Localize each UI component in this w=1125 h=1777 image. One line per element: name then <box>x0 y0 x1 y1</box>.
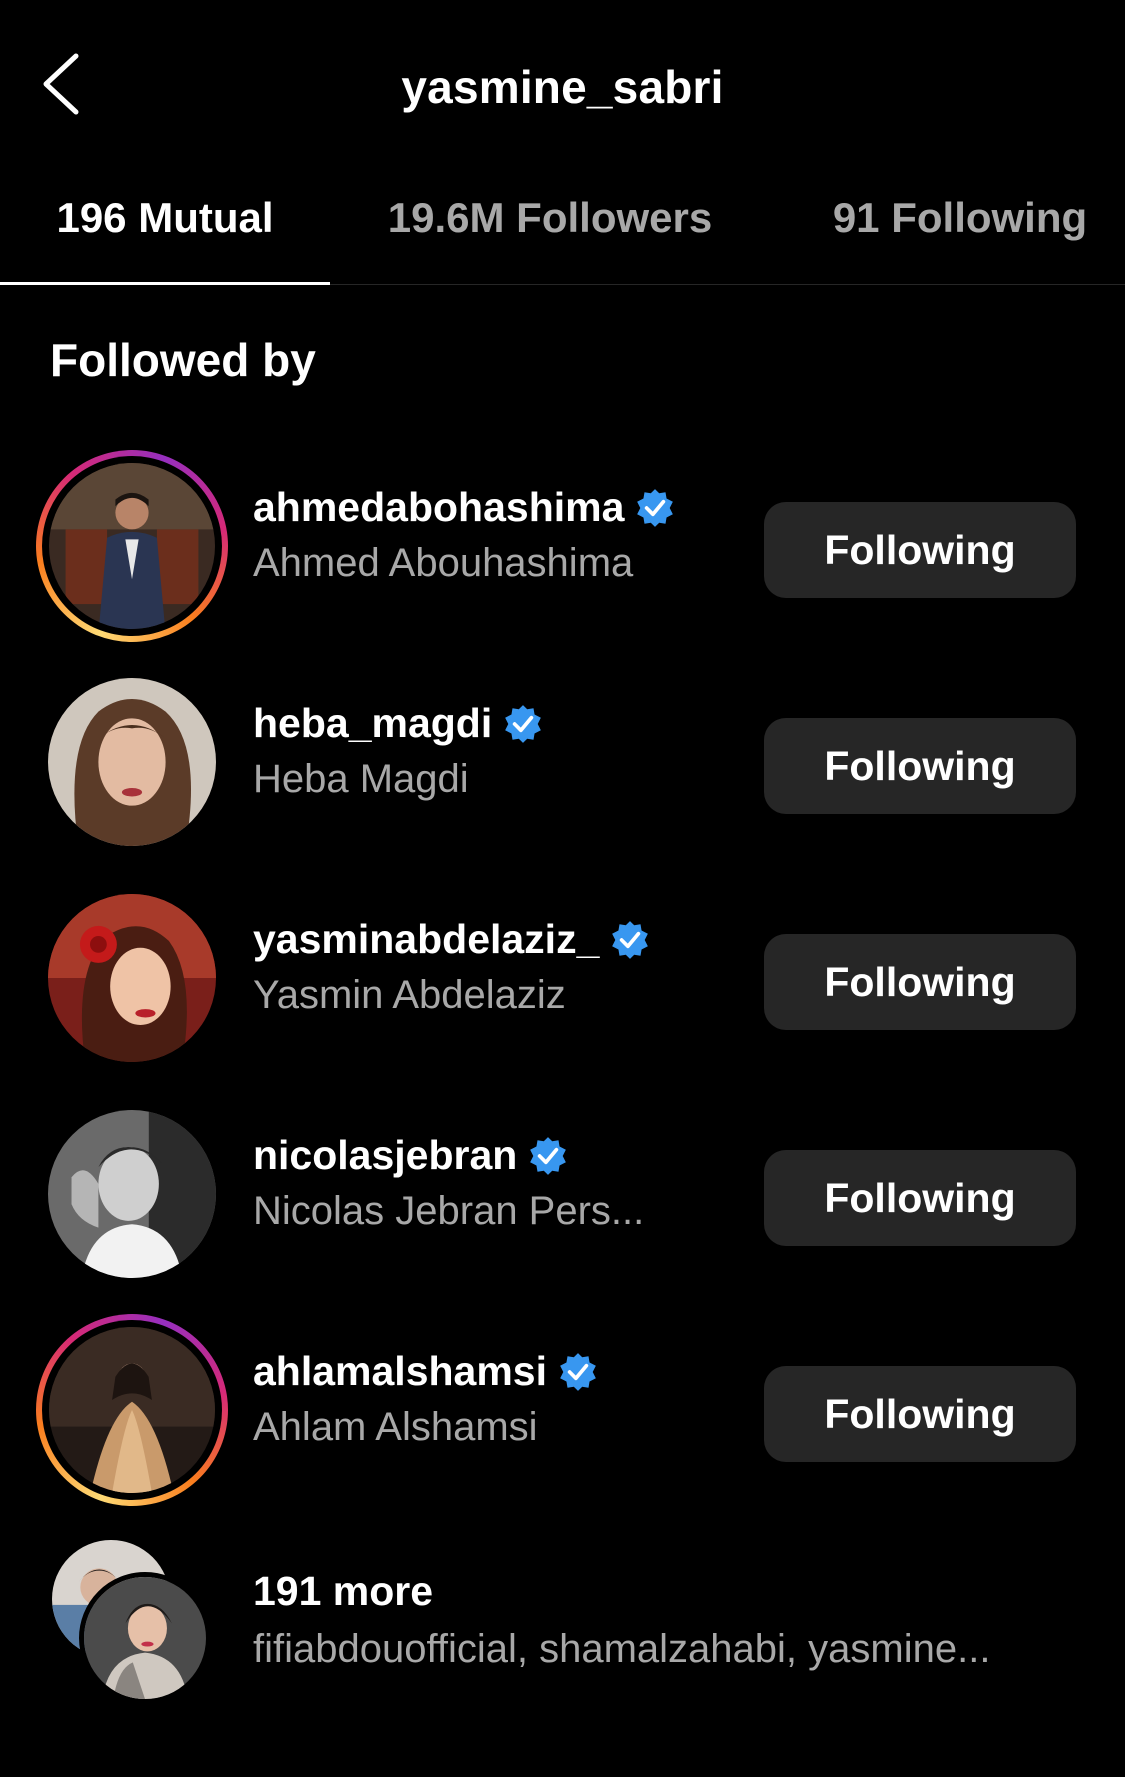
following-button[interactable]: Following <box>764 502 1076 598</box>
user-info: heba_magdi Heba Magdi <box>253 700 753 802</box>
more-names: fifiabdouofficial, shamalzahabi, yasmine… <box>253 1627 991 1671</box>
screen: yasmine_sabri 196 Mutual 19.6M Followers… <box>0 0 1125 1777</box>
story-ring <box>36 450 228 642</box>
avatar[interactable] <box>36 882 228 1074</box>
tab-following[interactable]: 91 Following <box>795 194 1125 284</box>
full-name: Heba Magdi <box>253 757 469 801</box>
user-row[interactable]: heba_magdi Heba Magdi Following <box>0 656 1125 856</box>
full-name: Nicolas Jebran Pers... <box>253 1189 645 1233</box>
user-row[interactable]: yasminabdelaziz_ Yasmin Abdelaziz Follow… <box>0 872 1125 1072</box>
verified-badge-icon <box>530 1136 567 1175</box>
full-name: Yasmin Abdelaziz <box>253 973 566 1017</box>
profile-title: yasmine_sabri <box>401 61 724 113</box>
user-info: nicolasjebran Nicolas Jebran Pers... <box>253 1132 753 1234</box>
avatar <box>79 1572 211 1704</box>
story-ring <box>36 1314 228 1506</box>
section-title: Followed by <box>50 334 316 386</box>
verified-badge-icon <box>612 920 649 959</box>
avatar[interactable] <box>36 1098 228 1290</box>
username: ahmedabohashima <box>253 484 625 530</box>
user-row[interactable]: ahlamalshamsi Ahlam Alshamsi Following <box>0 1304 1125 1506</box>
user-info: ahmedabohashima Ahmed Abouhashima <box>253 484 753 586</box>
more-mutuals-row[interactable]: 191 more fifiabdouofficial, shamalzahabi… <box>0 1530 1125 1710</box>
user-info: yasminabdelaziz_ Yasmin Abdelaziz <box>253 916 753 1018</box>
username: ahlamalshamsi <box>253 1348 547 1394</box>
username: nicolasjebran <box>253 1132 518 1178</box>
username: heba_magdi <box>253 700 493 746</box>
active-tab-indicator <box>0 282 330 285</box>
tab-followers[interactable]: 19.6M Followers <box>345 194 755 284</box>
stacked-avatars <box>52 1540 212 1710</box>
more-info: 191 more fifiabdouofficial, shamalzahabi… <box>253 1568 990 1672</box>
full-name: Ahmed Abouhashima <box>253 541 634 585</box>
verified-badge-icon <box>560 1352 596 1391</box>
user-info: ahlamalshamsi Ahlam Alshamsi <box>253 1348 753 1450</box>
avatar[interactable] <box>36 450 228 642</box>
user-row[interactable]: nicolasjebran Nicolas Jebran Pers... Fol… <box>0 1088 1125 1288</box>
following-button[interactable]: Following <box>764 1150 1076 1246</box>
following-button[interactable]: Following <box>764 718 1076 814</box>
username: yasminabdelaziz_ <box>253 916 600 962</box>
verified-badge-icon <box>637 488 674 527</box>
user-row[interactable]: ahmedabohashima Ahmed Abouhashima Follow… <box>0 440 1125 642</box>
avatar[interactable] <box>36 1314 228 1506</box>
full-name: Ahlam Alshamsi <box>253 1405 538 1449</box>
more-count: 191 more <box>253 1568 434 1614</box>
tab-mutual[interactable]: 196 Mutual <box>0 194 330 284</box>
header: yasmine_sabri <box>0 0 1125 170</box>
verified-badge-icon <box>505 704 542 743</box>
following-button[interactable]: Following <box>764 1366 1076 1462</box>
avatar[interactable] <box>36 666 228 858</box>
tab-bar: 196 Mutual 19.6M Followers 91 Following <box>0 170 1125 285</box>
following-button[interactable]: Following <box>764 934 1076 1030</box>
